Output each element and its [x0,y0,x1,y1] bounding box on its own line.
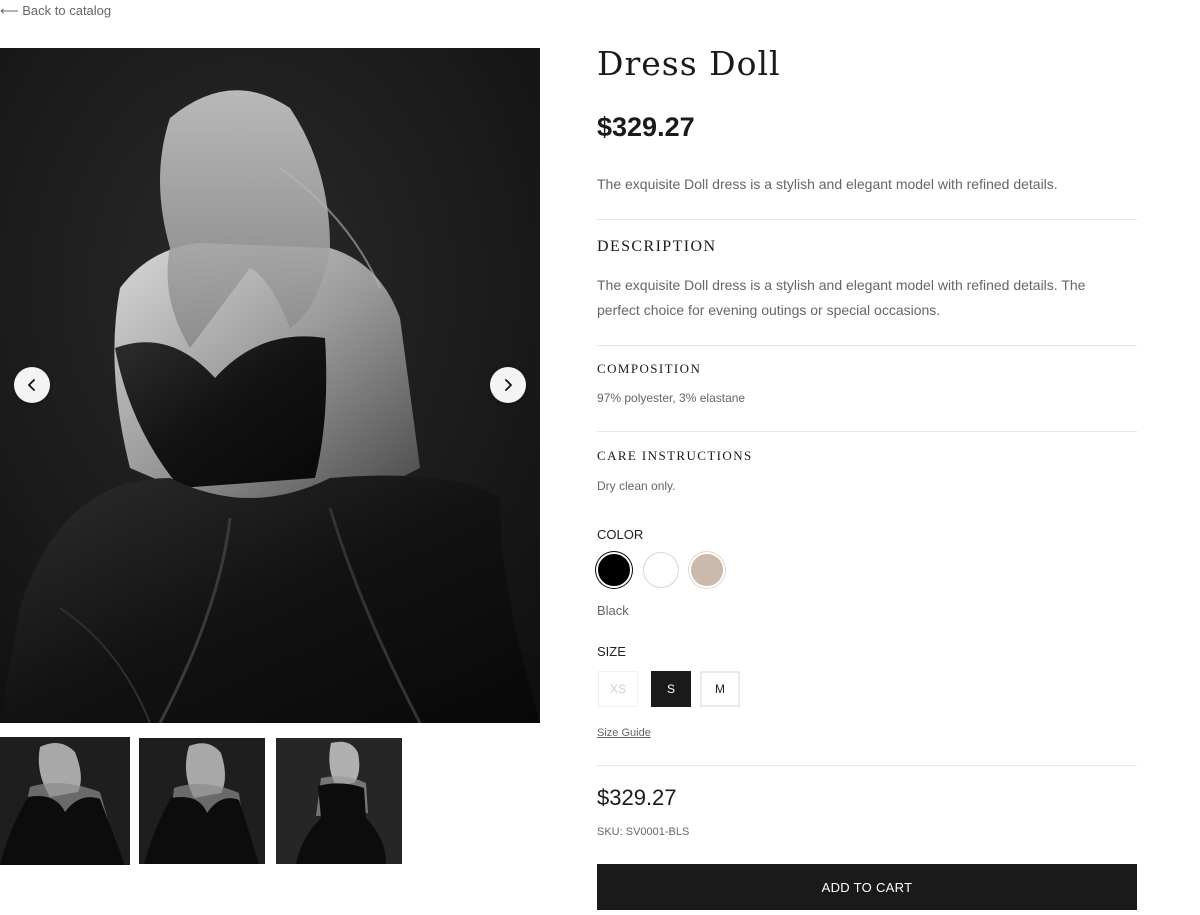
product-short-description: The exquisite Doll dress is a stylish an… [597,176,1058,192]
selected-color-name: Black [597,603,629,618]
chevron-left-icon [28,379,35,391]
divider [597,431,1137,432]
gallery-thumbnail-3[interactable] [276,738,402,864]
divider [597,345,1137,346]
size-option-m[interactable]: M [700,671,740,707]
size-label: SIZE [597,644,626,659]
product-main-image [0,48,540,723]
size-option-s[interactable]: S [651,671,691,707]
gallery-prev-button[interactable] [14,367,50,403]
thumbnail-photo-3 [276,738,402,864]
description-heading: DESCRIPTION [597,238,717,255]
care-text: Dry clean only. [597,479,676,493]
product-title: Dress Doll [597,44,781,83]
size-guide-link[interactable]: Size Guide [597,727,651,739]
gallery-next-button[interactable] [490,367,526,403]
composition-heading: COMPOSITION [597,361,702,376]
gallery-thumbnail-2[interactable] [139,738,265,864]
color-swatch-beige[interactable] [689,552,725,588]
chevron-right-icon [505,379,512,391]
size-option-xs[interactable]: XS [598,671,638,707]
divider [597,219,1137,220]
divider [597,765,1137,766]
product-sku: SKU: SV0001-BLS [597,826,690,838]
add-to-cart-button[interactable]: ADD TO CART [597,864,1137,910]
description-text: The exquisite Doll dress is a stylish an… [597,277,1086,318]
color-label: COLOR [597,527,644,542]
gallery-thumbnail-1[interactable] [0,737,130,865]
purchase-price: $329.27 [597,785,677,810]
back-to-catalog-link[interactable]: ⟵ Back to catalog [0,3,111,19]
thumbnail-photo-2 [139,738,265,864]
product-price: $329.27 [597,112,695,142]
composition-text: 97% polyester, 3% elastane [597,391,746,405]
care-heading: CARE INSTRUCTIONS [597,448,753,463]
color-swatch-black[interactable] [596,552,632,588]
thumbnail-photo-1 [0,737,130,865]
color-swatch-white[interactable] [643,552,679,588]
product-photo-illustration [0,48,540,723]
